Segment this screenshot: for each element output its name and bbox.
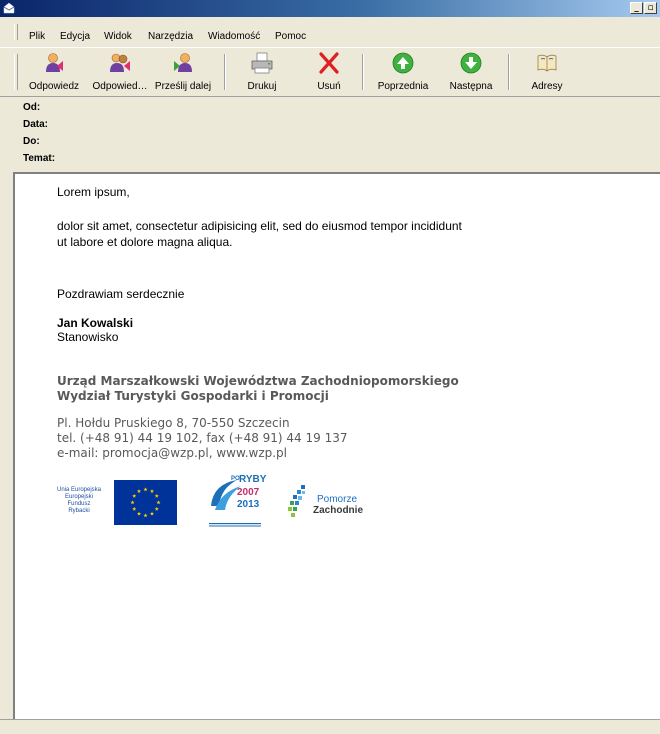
closing-text: Pozdrawiam serdecznie: [57, 287, 185, 301]
eu-flag-logo: [114, 480, 177, 525]
forward-label: Prześlij dalej: [154, 81, 212, 92]
addresses-label: Adresy: [531, 81, 563, 92]
signature-address: Pl. Hołdu Pruskiego 8, 70-550 Szczecin: [57, 416, 290, 430]
forward-icon: [174, 53, 192, 72]
eu-fund-caption: Unia Europejska Europejski Fundusz Rybac…: [53, 487, 105, 515]
sender-position: Stanowisko: [57, 330, 119, 344]
printer-icon: [251, 52, 273, 74]
reply-icon: [46, 53, 63, 72]
previous-label: Poprzednia: [377, 81, 429, 92]
eu-fund-line-1: Unia Europejska: [56, 487, 102, 493]
po-ryby-year-end: 2013: [237, 499, 260, 510]
menu-tools[interactable]: Narzędzia: [148, 31, 193, 42]
signature-org-line-2: Wydział Turystyki Gospodarki i Promocji: [57, 389, 329, 403]
menu-view[interactable]: Widok: [104, 31, 132, 42]
reply-all-icon: [110, 53, 130, 72]
print-label: Drukuj: [247, 81, 277, 92]
menu-file[interactable]: Plik: [29, 31, 45, 42]
menu-grip: [14, 24, 18, 40]
from-label: Od:: [23, 102, 41, 113]
greeting-text: Lorem ipsum,: [57, 185, 130, 199]
print-button[interactable]: Drukuj: [237, 52, 287, 94]
sender-name: Jan Kowalski: [57, 316, 134, 330]
signature-phone: tel. (+48 91) 44 19 102, fax (+48 91) 44…: [57, 431, 348, 445]
toolbar-separator: [362, 54, 364, 90]
to-label: Do:: [23, 136, 40, 147]
arrow-up-icon: [392, 52, 414, 74]
addresses-button[interactable]: Adresy: [519, 52, 575, 94]
po-ryby-year-start: 2007: [237, 487, 260, 498]
eu-fund-line-2: Europejski: [64, 494, 93, 500]
pomorze-line-1: Pomorze: [317, 494, 358, 505]
body-line-2: ut labore et dolore magna aliqua.: [57, 235, 233, 249]
pomorze-mosaic-icon: [288, 485, 305, 517]
title-bar[interactable]: _ ▫: [0, 0, 660, 17]
reply-all-label: Odpowied…: [92, 81, 148, 92]
toolbar-grip: [14, 54, 18, 90]
mail-window: _ ▫ Plik Edycja Widok Narzędzia Wiadomoś…: [0, 0, 660, 734]
toolbar-separator: [224, 54, 226, 90]
delete-label: Usuń: [317, 81, 341, 92]
delete-button[interactable]: Usuń: [306, 52, 352, 94]
eu-fund-line-4: Rybacki: [68, 508, 90, 514]
subject-label: Temat:: [23, 153, 56, 164]
next-label: Następna: [449, 81, 493, 92]
minimize-button[interactable]: _: [630, 2, 643, 14]
date-label: Data:: [23, 119, 49, 130]
address-book-icon: [537, 54, 557, 72]
message-body[interactable]: Lorem ipsum, dolor sit amet, consectetur…: [13, 172, 660, 719]
reply-all-button[interactable]: Odpowied…: [87, 52, 153, 94]
status-bar: [0, 719, 660, 734]
toolbar: Odpowiedz Odpowied… Prześlij dalej Druku…: [0, 47, 660, 96]
menu-bar: Plik Edycja Widok Narzędzia Wiadomość Po…: [0, 17, 660, 47]
signature-org-line-1: Urząd Marszałkowski Województwa Zachodni…: [57, 374, 459, 388]
signature-email[interactable]: e-mail: promocja@wzp.pl, www.wzp.pl: [57, 446, 287, 460]
arrow-down-icon: [460, 52, 482, 74]
body-line-1: dolor sit amet, consectetur adipisicing …: [57, 219, 462, 233]
po-ryby-ryby-text: RYBY: [239, 474, 267, 485]
forward-button[interactable]: Prześlij dalej: [150, 52, 216, 94]
menu-help[interactable]: Pomoc: [275, 31, 306, 42]
pomorze-line-2: Zachodnie: [313, 505, 364, 516]
menu-edit[interactable]: Edycja: [60, 31, 90, 42]
maximize-button[interactable]: ▫: [644, 2, 657, 14]
envelope-icon: [3, 2, 15, 14]
next-button[interactable]: Następna: [440, 52, 502, 94]
reply-label: Odpowiedz: [28, 81, 80, 92]
reply-button[interactable]: Odpowiedz: [22, 52, 86, 94]
pomorze-zachodnie-logo: Pomorze Zachodnie: [287, 484, 377, 524]
previous-button[interactable]: Poprzednia: [372, 52, 434, 94]
eu-fund-line-3: Fundusz: [67, 501, 91, 507]
menu-message[interactable]: Wiadomość: [208, 31, 260, 42]
po-ryby-logo: PO RYBY 2007 2013: [207, 474, 267, 528]
delete-icon: [319, 52, 339, 74]
toolbar-separator: [508, 54, 510, 90]
message-header-pane: Od: Data: Do: Temat:: [0, 96, 660, 171]
